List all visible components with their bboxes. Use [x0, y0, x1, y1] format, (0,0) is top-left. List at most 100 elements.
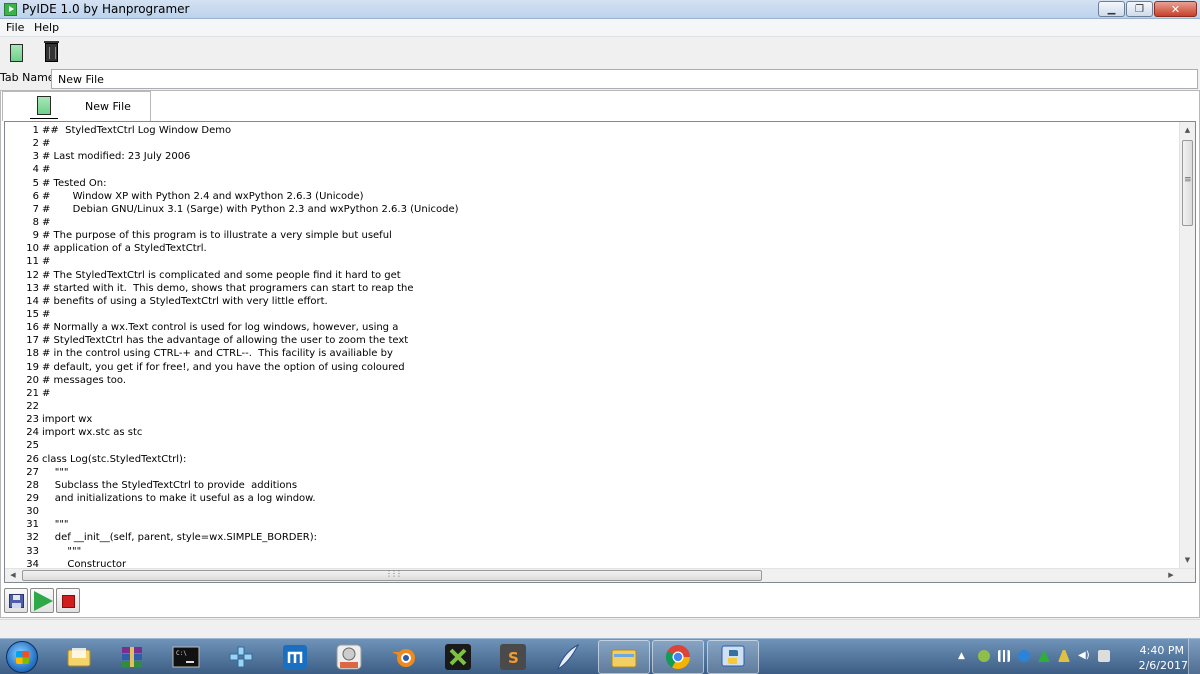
line-text[interactable]: # [42, 137, 50, 150]
line-text[interactable]: Subclass the StyledTextCtrl to provide a… [42, 479, 297, 492]
line-text[interactable]: ## StyledTextCtrl Log Window Demo [42, 124, 231, 137]
xampp-icon[interactable] [443, 642, 473, 672]
network-icon[interactable] [998, 650, 1010, 662]
code-line[interactable]: 27 """ [5, 466, 1181, 479]
menu-file[interactable]: File [6, 21, 24, 34]
scroll-up-icon[interactable]: ▲ [1180, 122, 1195, 138]
horizontal-scroll-thumb[interactable] [22, 569, 762, 581]
line-text[interactable]: import wx.stc as stc [42, 426, 142, 439]
sublime-text-icon[interactable]: S [498, 642, 528, 672]
trashmule-icon[interactable] [334, 642, 364, 672]
line-text[interactable]: # [42, 387, 50, 400]
line-text[interactable]: class Log(stc.StyledTextCtrl): [42, 453, 186, 466]
close-button[interactable]: ✕ [1154, 1, 1197, 17]
code-line[interactable]: 12 # The StyledTextCtrl is complicated an… [5, 269, 1181, 282]
code-line[interactable]: 29 and initializations to make it useful… [5, 492, 1181, 505]
show-desktop-button[interactable] [1188, 639, 1200, 674]
cmd-icon[interactable]: C:\ [171, 642, 201, 672]
line-text[interactable]: """ [42, 466, 69, 479]
run-button[interactable] [30, 588, 54, 613]
line-text[interactable]: # default, you get if for free!, and you… [42, 361, 405, 374]
line-text[interactable]: # messages too. [42, 374, 126, 387]
code-line[interactable]: 6 # Window XP with Python 2.4 and wxPytho… [5, 190, 1181, 203]
chrome-icon[interactable] [652, 640, 704, 674]
line-text[interactable]: and initializations to make it useful as… [42, 492, 316, 505]
blender-icon[interactable] [389, 642, 419, 672]
tray-device-icon[interactable] [1098, 650, 1110, 662]
code-line[interactable]: 19 # default, you get if for free!, and y… [5, 361, 1181, 374]
vertical-scroll-thumb[interactable] [1182, 140, 1193, 226]
code-line[interactable]: 30 [5, 505, 1181, 518]
clock-time[interactable]: 4:40 PM [1140, 644, 1184, 657]
code-line[interactable]: 1 ## StyledTextCtrl Log Window Demo [5, 124, 1181, 137]
code-line[interactable]: 28 Subclass the StyledTextCtrl to provid… [5, 479, 1181, 492]
tab-new-file[interactable]: New File [2, 91, 151, 121]
line-text[interactable]: # [42, 308, 50, 321]
tray-green-icon[interactable] [1038, 650, 1050, 662]
start-button[interactable] [6, 641, 38, 673]
line-text[interactable]: # Window XP with Python 2.4 and wxPython… [42, 190, 364, 203]
line-text[interactable]: # [42, 163, 50, 176]
inkscape-icon[interactable] [552, 642, 582, 672]
code-line[interactable]: 10 # application of a StyledTextCtrl. [5, 242, 1181, 255]
maximize-button[interactable]: ❐ [1126, 1, 1153, 17]
line-text[interactable]: def __init__(self, parent, style=wx.SIMP… [42, 531, 317, 544]
stop-button[interactable] [56, 588, 80, 613]
code-line[interactable]: 24 import wx.stc as stc [5, 426, 1181, 439]
code-line[interactable]: 9 # The purpose of this program is to ill… [5, 229, 1181, 242]
scroll-left-icon[interactable]: ◀ [5, 569, 21, 582]
line-text[interactable]: # Last modified: 23 July 2006 [42, 150, 190, 163]
code-line[interactable]: 18 # in the control using CTRL-+ and CTRL… [5, 347, 1181, 360]
tray-app-icon[interactable] [978, 650, 990, 662]
line-text[interactable]: """ [42, 518, 69, 531]
winrar-icon[interactable] [117, 642, 147, 672]
code-line[interactable]: 16 # Normally a wx.Text control is used f… [5, 321, 1181, 334]
code-line[interactable]: 2 # [5, 137, 1181, 150]
horizontal-scrollbar[interactable]: ◀ ▶ [5, 568, 1195, 582]
code-line[interactable]: 26 class Log(stc.StyledTextCtrl): [5, 453, 1181, 466]
tab-name-input[interactable] [51, 69, 1198, 89]
tray-blue-icon[interactable] [1018, 650, 1030, 662]
code-line[interactable]: 13 # started with it. This demo, shows th… [5, 282, 1181, 295]
code-line[interactable]: 23 import wx [5, 413, 1181, 426]
line-text[interactable]: # Normally a wx.Text control is used for… [42, 321, 398, 334]
code-line[interactable]: 22 [5, 400, 1181, 413]
vertical-scrollbar[interactable]: ▲ ▼ [1179, 122, 1195, 568]
code-line[interactable]: 21 # [5, 387, 1181, 400]
line-text[interactable]: # benefits of using a StyledTextCtrl wit… [42, 295, 328, 308]
line-text[interactable]: # in the control using CTRL-+ and CTRL--… [42, 347, 393, 360]
code-line[interactable]: 8 # [5, 216, 1181, 229]
code-line[interactable]: 7 # Debian GNU/Linux 3.1 (Sarge) with Pyt… [5, 203, 1181, 216]
menu-help[interactable]: Help [34, 21, 59, 34]
minimize-button[interactable]: ▁ [1098, 1, 1125, 17]
new-file-icon[interactable] [10, 44, 23, 62]
scroll-down-icon[interactable]: ▼ [1180, 552, 1195, 568]
trash-icon[interactable] [44, 41, 59, 62]
line-text[interactable]: # StyledTextCtrl has the advantage of al… [42, 334, 408, 347]
line-text[interactable]: """ [42, 545, 81, 558]
code-line[interactable]: 32 def __init__(self, parent, style=wx.S… [5, 531, 1181, 544]
clock-date[interactable]: 2/6/2017 [1139, 659, 1188, 672]
line-text[interactable]: # The purpose of this program is to illu… [42, 229, 392, 242]
ppsspp-icon[interactable] [226, 642, 256, 672]
code-line[interactable]: 11 # [5, 255, 1181, 268]
line-text[interactable]: # [42, 216, 50, 229]
maxthon-icon[interactable] [280, 642, 310, 672]
scroll-right-icon[interactable]: ▶ [1163, 569, 1179, 582]
save-button[interactable] [4, 588, 28, 613]
line-text[interactable]: import wx [42, 413, 92, 426]
file-explorer-icon[interactable] [598, 640, 650, 674]
code-area[interactable]: 1 ## StyledTextCtrl Log Window Demo 2 #3 # L… [5, 124, 1181, 570]
line-text[interactable]: # The StyledTextCtrl is complicated and … [42, 269, 401, 282]
code-line[interactable]: 15 # [5, 308, 1181, 321]
line-text[interactable]: # application of a StyledTextCtrl. [42, 242, 207, 255]
line-text[interactable]: # Tested On: [42, 177, 107, 190]
line-text[interactable]: # Debian GNU/Linux 3.1 (Sarge) with Pyth… [42, 203, 459, 216]
code-line[interactable]: 20 # messages too. [5, 374, 1181, 387]
python-icon[interactable] [707, 640, 759, 674]
code-line[interactable]: 17 # StyledTextCtrl has the advantage of … [5, 334, 1181, 347]
code-line[interactable]: 33 """ [5, 545, 1181, 558]
code-line[interactable]: 25 [5, 439, 1181, 452]
code-line[interactable]: 14 # benefits of using a StyledTextCtrl w… [5, 295, 1181, 308]
volume-icon[interactable]: ◀) [1078, 650, 1090, 662]
